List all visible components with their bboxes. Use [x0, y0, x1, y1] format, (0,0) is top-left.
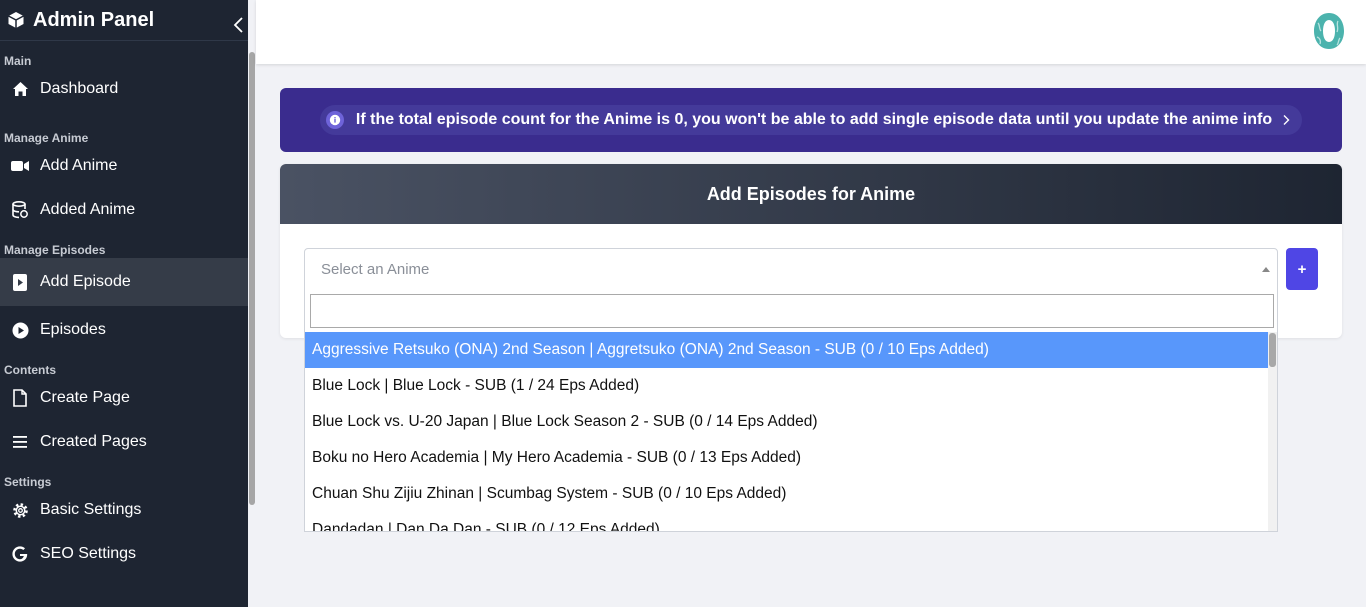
sidebar-item-label: Episodes: [40, 321, 106, 338]
card-header: Add Episodes for Anime: [280, 164, 1342, 224]
section-manage-episodes: Manage Episodes: [4, 243, 106, 257]
add-anime-button[interactable]: +: [1286, 248, 1318, 290]
list-icon: [11, 433, 29, 451]
sidebar-item-label: Add Anime: [40, 157, 118, 174]
chevron-left-icon[interactable]: [232, 16, 246, 34]
sidebar-item-label: Added Anime: [40, 201, 136, 218]
sidebar-item-label: Dashboard: [40, 80, 119, 97]
sidebar: Admin Panel Main Dashboard Manage Anime …: [0, 0, 256, 607]
database-icon: [11, 201, 29, 219]
topbar: [256, 0, 1366, 64]
play-circle-icon: [11, 321, 29, 339]
sidebar-item-create-page[interactable]: Create Page: [0, 378, 248, 418]
sidebar-item-label: Basic Settings: [40, 501, 142, 518]
sidebar-header: Admin Panel: [0, 0, 256, 41]
home-icon: [11, 80, 29, 98]
sidebar-item-dashboard[interactable]: Dashboard: [0, 69, 248, 109]
sidebar-item-add-episode[interactable]: Add Episode: [0, 258, 248, 306]
sidebar-item-seo-settings[interactable]: SEO Settings: [0, 530, 248, 578]
video-camera-icon: [11, 157, 29, 175]
card-title: Add Episodes for Anime: [706, 183, 916, 204]
app-title: Admin Panel: [33, 8, 155, 31]
section-main: Main: [4, 54, 32, 68]
dropdown-option[interactable]: Chuan Shu Zijiu Zhinan | Scumbag System …: [305, 476, 1270, 512]
dropdown-options: Aggressive Retsuko (ONA) 2nd Season | Ag…: [305, 332, 1270, 531]
dropdown-search-input[interactable]: [310, 294, 1274, 328]
sidebar-item-created-pages[interactable]: Created Pages: [0, 418, 248, 466]
sidebar-scrollbar-thumb[interactable]: [249, 52, 255, 505]
section-manage-anime: Manage Anime: [4, 131, 89, 145]
dropdown-option[interactable]: Aggressive Retsuko (ONA) 2nd Season | Ag…: [305, 332, 1270, 368]
google-icon: [11, 545, 29, 563]
sidebar-item-episodes[interactable]: Episodes: [0, 306, 248, 354]
sidebar-item-added-anime[interactable]: Added Anime: [0, 186, 248, 234]
chevron-right-icon: [1283, 115, 1290, 125]
caret-up-icon: [1262, 267, 1270, 272]
sidebar-item-basic-settings[interactable]: Basic Settings: [0, 490, 248, 530]
dropdown-option[interactable]: Dandadan | Dan Da Dan - SUB (0 / 12 Eps …: [305, 512, 1270, 531]
info-icon: [325, 111, 344, 129]
gear-icon: [11, 501, 29, 519]
anime-select[interactable]: Select an Anime: [304, 248, 1278, 290]
sidebar-item-label: SEO Settings: [40, 545, 137, 562]
dropdown-option[interactable]: Boku no Hero Academia | My Hero Academia…: [305, 440, 1270, 476]
file-icon: [11, 389, 29, 407]
section-settings: Settings: [4, 475, 52, 489]
sidebar-item-add-anime[interactable]: Add Anime: [0, 146, 248, 186]
dropdown-scrollbar-thumb[interactable]: [1269, 333, 1276, 367]
notice-text: If the total episode count for the Anime…: [355, 111, 1273, 128]
sidebar-item-label: Add Episode: [40, 273, 131, 290]
notice-banner: If the total episode count for the Anime…: [280, 88, 1342, 152]
play-file-icon: [11, 273, 29, 291]
anime-select-placeholder: Select an Anime: [321, 260, 430, 278]
sidebar-item-label: Created Pages: [40, 433, 147, 450]
dropdown-option[interactable]: Blue Lock vs. U-20 Japan | Blue Lock Sea…: [305, 404, 1270, 440]
notice-pill[interactable]: If the total episode count for the Anime…: [319, 105, 1303, 135]
section-contents: Contents: [4, 363, 56, 377]
anime-select-dropdown: Aggressive Retsuko (ONA) 2nd Season | Ag…: [304, 289, 1278, 532]
dropdown-option[interactable]: Blue Lock | Blue Lock - SUB (1 / 24 Eps …: [305, 368, 1270, 404]
cube-icon: [8, 12, 24, 28]
sidebar-item-label: Create Page: [40, 389, 130, 406]
avatar[interactable]: [1310, 11, 1348, 51]
